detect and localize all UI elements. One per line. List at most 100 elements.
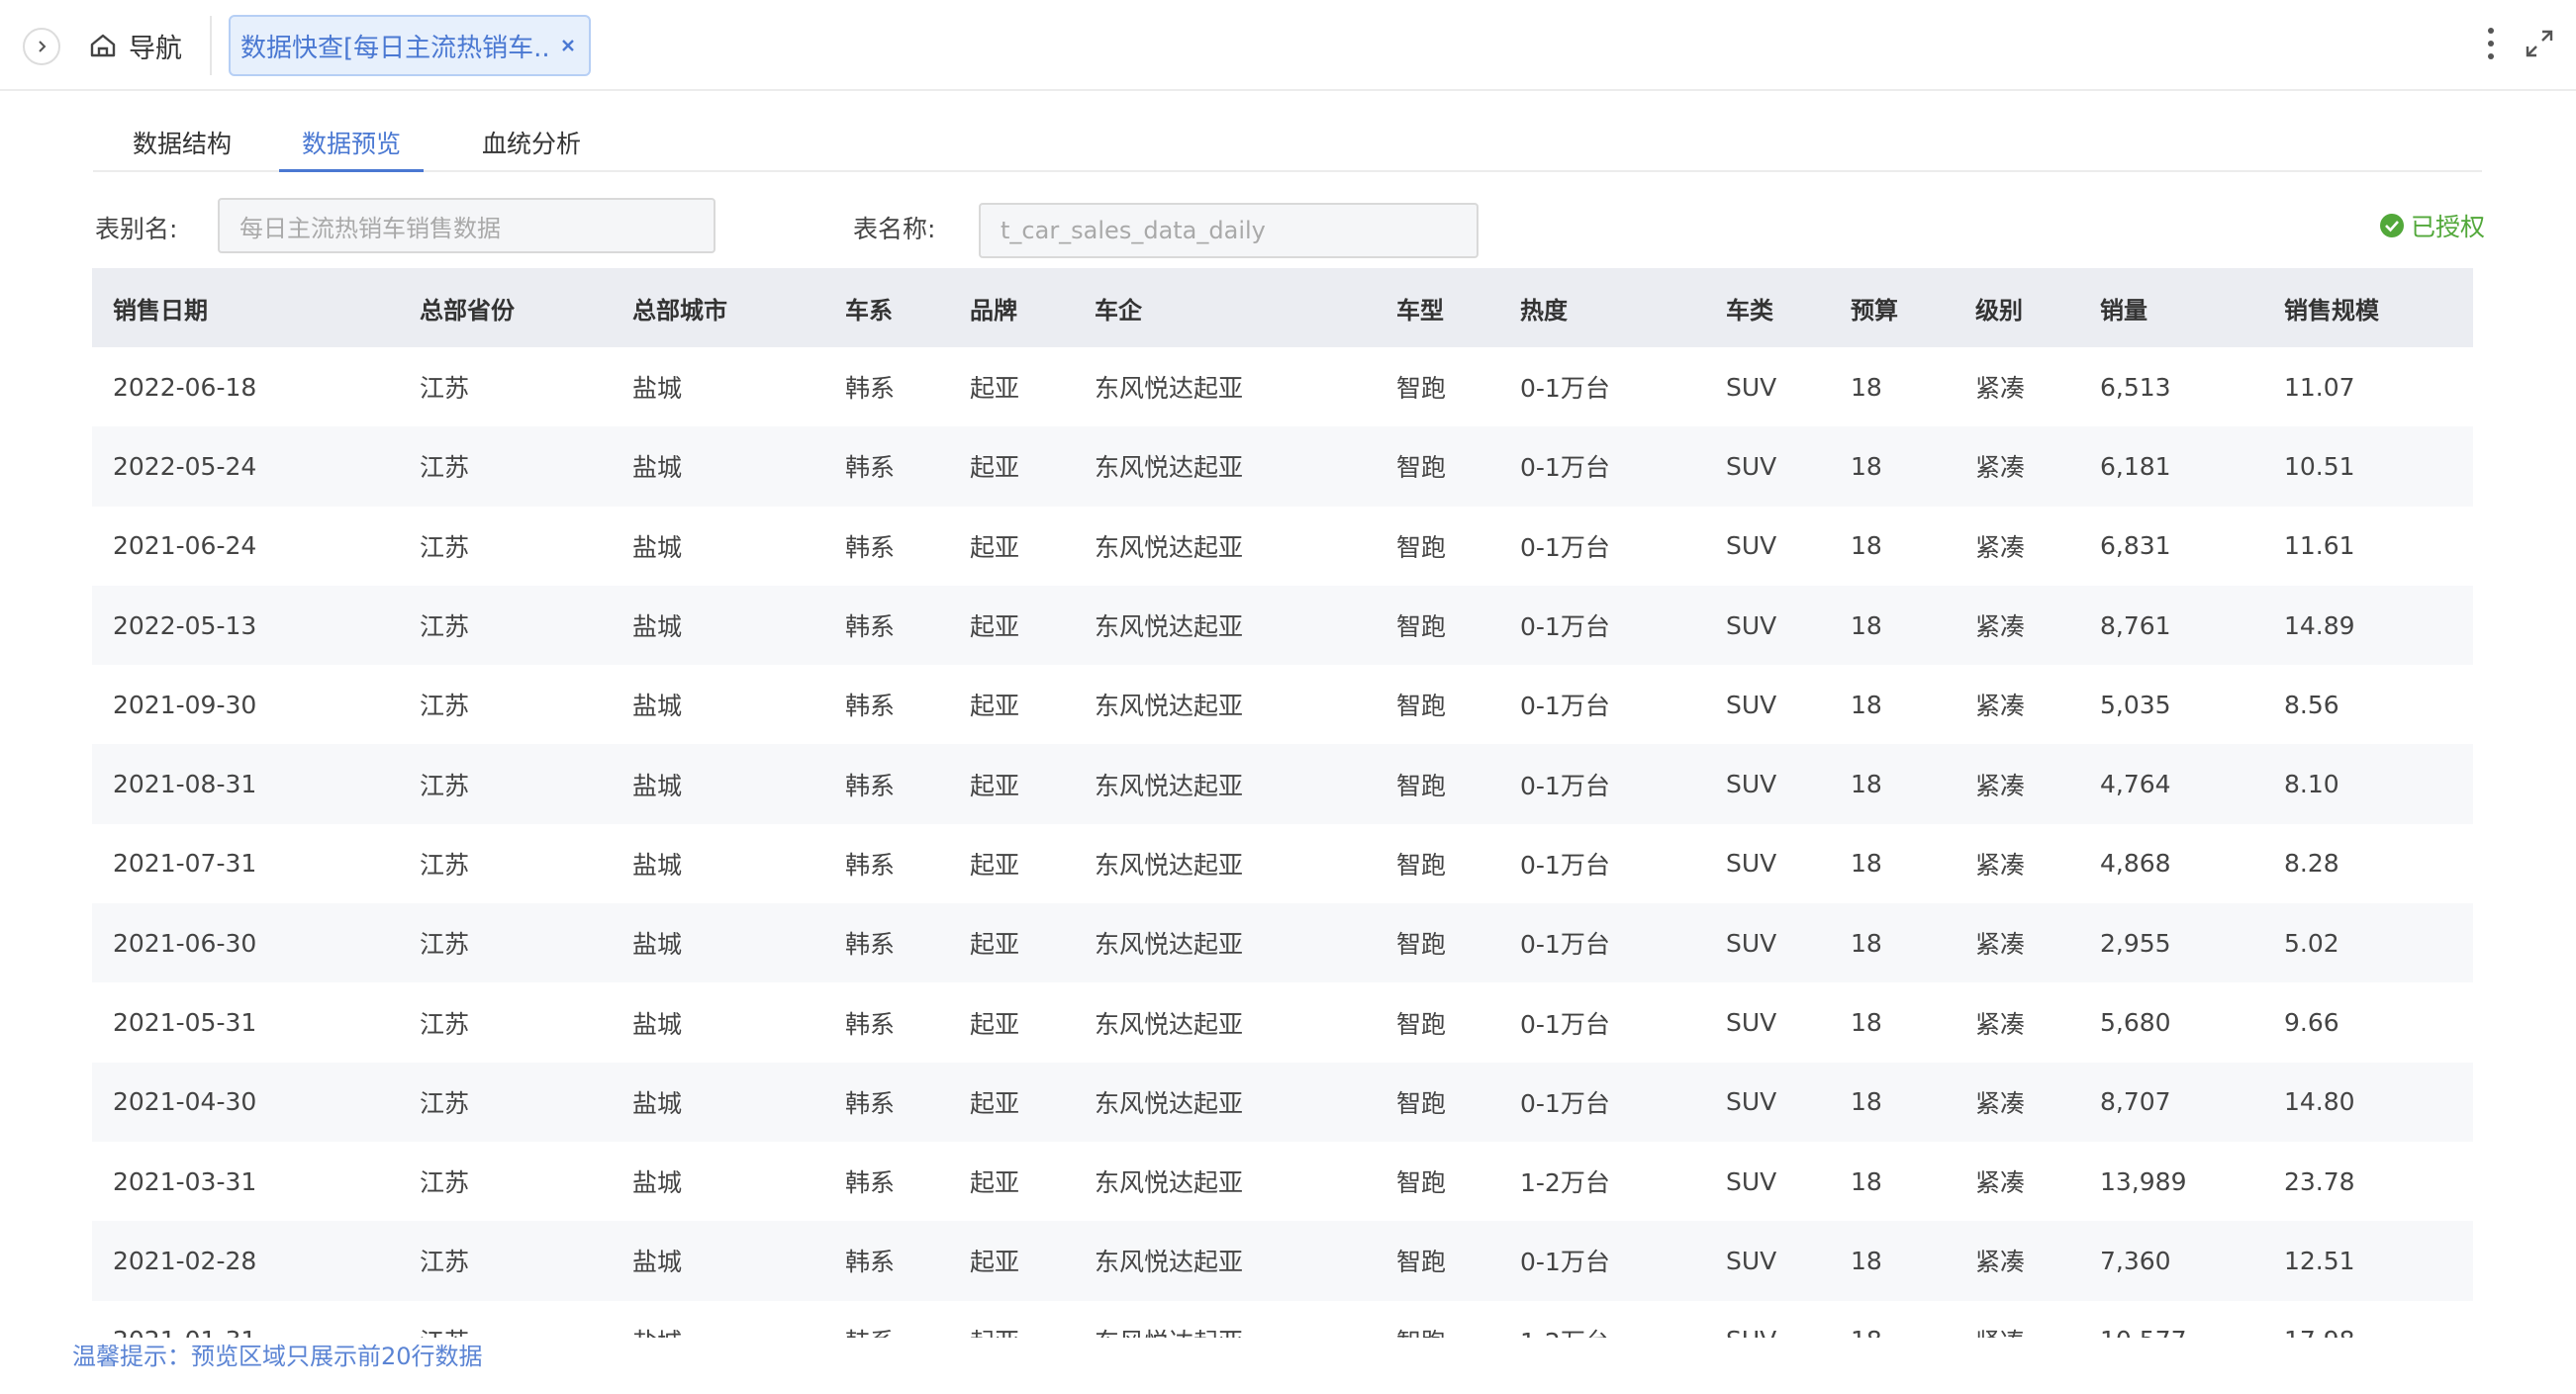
table-cell: 韩系 — [845, 453, 896, 483]
table-cell: 紧凑 — [1975, 850, 2026, 880]
table-cell: 韩系 — [845, 930, 896, 960]
table-row[interactable]: 2021-01-31江苏盐城韩系起亚东风悦达起亚智跑1-2万台SUV18紧凑10… — [92, 1301, 2473, 1338]
table-cell: 韩系 — [824, 1301, 949, 1338]
fullscreen-icon — [2526, 30, 2553, 57]
expand-sidebar-button[interactable] — [23, 28, 60, 65]
table-cell: SUV — [1726, 531, 1777, 561]
table-row[interactable]: 2021-04-30 江苏 盐城 韩系 起亚 东风悦达起亚 智跑 0-1万台 SUV 18 紧凑 8,… — [92, 1062, 2473, 1142]
table-cell: 紧凑 — [1975, 1248, 2026, 1277]
table-cell: 江苏 — [420, 374, 470, 404]
table-cell: 江苏 — [420, 532, 470, 562]
table-cell: 0-1万台 — [1520, 850, 1610, 880]
table-cell: 5,035 — [2100, 690, 2171, 719]
table-cell: 紧凑 — [1975, 532, 2026, 562]
table-cell: 18 — [1851, 1166, 1882, 1196]
table-cell: 起亚 — [970, 850, 1020, 880]
table-cell: 起亚 — [970, 1088, 1020, 1118]
more-options-button[interactable] — [2479, 22, 2503, 65]
table-row[interactable]: 2021-07-31 江苏 盐城 韩系 起亚 东风悦达起亚 智跑 0-1万台 SUV 18 紧凑 4,… — [92, 824, 2473, 903]
table-row[interactable]: 2021-09-30 江苏 盐城 韩系 起亚 东风悦达起亚 智跑 0-1万台 SUV 18 紧凑 5,… — [92, 665, 2473, 744]
column-header[interactable]: 车系 — [824, 268, 949, 347]
table-row[interactable]: 2022-05-24 江苏 盐城 韩系 起亚 东风悦达起亚 智跑 0-1万台 SUV 18 紧凑 6,… — [92, 426, 2473, 507]
column-header[interactable]: 销售日期 — [92, 268, 399, 347]
table-cell: SUV — [1726, 1166, 1777, 1196]
table-cell: 韩系 — [845, 1168, 896, 1198]
table-cell: 韩系 — [845, 692, 896, 721]
table-row[interactable]: 2021-08-31 江苏 盐城 韩系 起亚 东风悦达起亚 智跑 0-1万台 SUV 18 紧凑 4,… — [92, 744, 2473, 824]
table-cell: SUV — [1726, 451, 1777, 481]
open-tab[interactable]: 数据快查[每日主流热销车... — [229, 15, 591, 76]
table-cell: 东风悦达起亚 — [1095, 850, 1244, 880]
table-cell: 0-1万台 — [1520, 930, 1610, 960]
table-row[interactable]: 2022-06-18 江苏 盐城 韩系 起亚 东风悦达起亚 智跑 0-1万台 SUV 18 紧凑 6,… — [92, 347, 2473, 426]
table-cell: 11.07 — [2284, 372, 2355, 402]
table-cell: 智跑 — [1396, 1088, 1447, 1118]
table-cell: 江苏 — [420, 612, 470, 642]
table-cell: 1-2万台 — [1520, 1168, 1610, 1198]
table-row[interactable]: 2022-05-13 江苏 盐城 韩系 起亚 东风悦达起亚 智跑 0-1万台 SUV 18 紧凑 8,… — [92, 585, 2473, 666]
table-cell: 2021-04-30 — [113, 1087, 257, 1117]
table-cell: 紧凑 — [1975, 1009, 2026, 1039]
open-tab-title: 数据快查[每日主流热销车... — [240, 33, 547, 63]
column-header[interactable]: 车型 — [1376, 268, 1499, 347]
table-cell: 盐城 — [632, 1088, 683, 1118]
table-cell: SUV — [1726, 849, 1777, 879]
more-vertical-icon — [2488, 28, 2494, 59]
table-cell: 东风悦达起亚 — [1095, 612, 1244, 642]
column-header[interactable]: 品牌 — [949, 268, 1074, 347]
table-cell: 盐城 — [632, 930, 683, 960]
nav-home-link[interactable]: 导航 — [89, 24, 182, 67]
table-cell: 智跑 — [1396, 453, 1447, 483]
table-cell: 江苏 — [420, 1088, 470, 1118]
column-header[interactable]: 车企 — [1074, 268, 1376, 347]
table-cell: 盐城 — [632, 453, 683, 483]
table-cell: 2021-02-28 — [113, 1246, 257, 1275]
table-cell: 起亚 — [970, 453, 1020, 483]
table-cell: 10,577 — [2079, 1301, 2263, 1338]
table-row[interactable]: 2021-02-28 江苏 盐城 韩系 起亚 东风悦达起亚 智跑 0-1万台 SUV 18 紧凑 7,… — [92, 1221, 2473, 1301]
column-header[interactable]: 车类 — [1705, 268, 1830, 347]
table-cell: 东风悦达起亚 — [1095, 532, 1244, 562]
table-cell: 6,513 — [2100, 372, 2171, 402]
tab-lineage-analysis[interactable]: 血统分析 — [482, 125, 581, 172]
table-cell: 17.98 — [2263, 1301, 2473, 1338]
table-cell: 江苏 — [420, 930, 470, 960]
table-cell: 紧凑 — [1975, 771, 2026, 800]
column-header[interactable]: 总部省份 — [399, 268, 612, 347]
divider — [210, 16, 212, 75]
column-header[interactable]: 总部城市 — [612, 268, 824, 347]
table-cell: 18 — [1851, 849, 1882, 879]
table-cell: 起亚 — [970, 1168, 1020, 1198]
table-row[interactable]: 2021-06-24 江苏 盐城 韩系 起亚 东风悦达起亚 智跑 0-1万台 SUV 18 紧凑 6,… — [92, 507, 2473, 586]
table-name-field[interactable]: t_car_sales_data_daily — [979, 203, 1479, 258]
table-cell: 江苏 — [420, 850, 470, 880]
column-header[interactable]: 级别 — [1955, 268, 2079, 347]
table-cell: 18 — [1851, 1087, 1882, 1117]
table-row[interactable]: 2021-05-31 江苏 盐城 韩系 起亚 东风悦达起亚 智跑 0-1万台 SUV 18 紧凑 5,… — [92, 982, 2473, 1062]
tab-data-structure[interactable]: 数据结构 — [133, 125, 232, 172]
table-cell: 0-1万台 — [1520, 532, 1610, 562]
column-header[interactable]: 热度 — [1499, 268, 1705, 347]
table-cell: 18 — [1830, 1301, 1955, 1338]
table-cell: 2021-06-30 — [113, 928, 257, 958]
table-cell: 韩系 — [845, 771, 896, 800]
column-header[interactable]: 销量 — [2079, 268, 2263, 347]
table-cell: 盐城 — [632, 1248, 683, 1277]
alias-field[interactable]: 每日主流热销车销售数据 — [218, 198, 716, 253]
table-cell: 11.61 — [2284, 531, 2355, 561]
table-cell: 东风悦达起亚 — [1095, 930, 1244, 960]
table-cell: 8,707 — [2100, 1087, 2171, 1117]
table-cell: 韩系 — [845, 1009, 896, 1039]
column-header[interactable]: 预算 — [1830, 268, 1955, 347]
table-row[interactable]: 2021-06-30 江苏 盐城 韩系 起亚 东风悦达起亚 智跑 0-1万台 SUV 18 紧凑 2,… — [92, 903, 2473, 983]
close-tab-button[interactable] — [557, 35, 579, 56]
table-row[interactable]: 2021-03-31 江苏 盐城 韩系 起亚 东风悦达起亚 智跑 1-2万台 SUV 18 紧凑 13… — [92, 1142, 2473, 1221]
table-cell: 东风悦达起亚 — [1095, 692, 1244, 721]
column-header[interactable]: 销售规模 — [2263, 268, 2473, 347]
table-cell: 江苏 — [420, 692, 470, 721]
table-cell: SUV — [1726, 928, 1777, 958]
table-cell: SUV — [1726, 770, 1777, 799]
table-cell: 江苏 — [420, 771, 470, 800]
fullscreen-button[interactable] — [2520, 24, 2559, 63]
tab-data-preview[interactable]: 数据预览 — [279, 125, 425, 172]
